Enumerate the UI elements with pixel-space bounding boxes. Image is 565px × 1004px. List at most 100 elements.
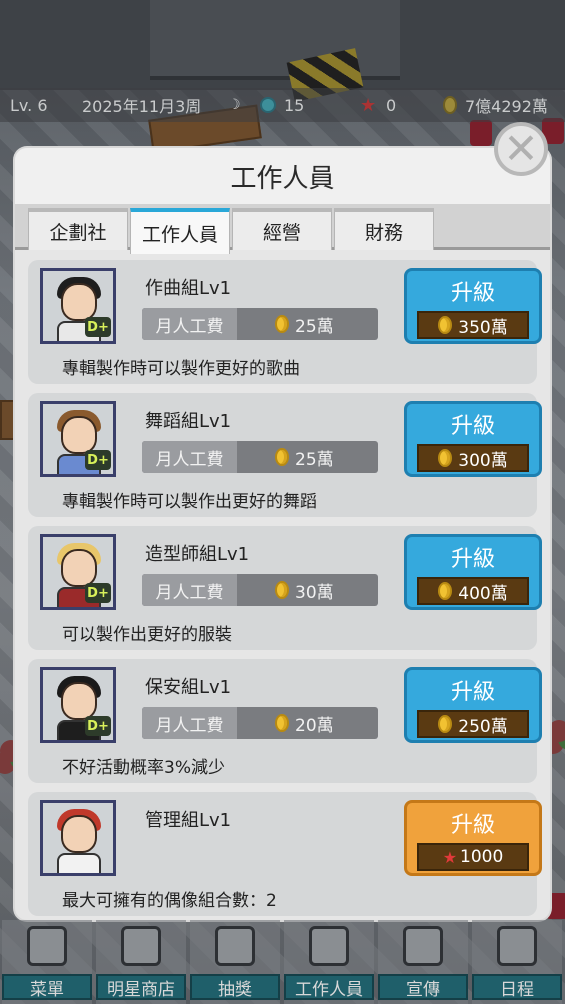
nav-menu-button[interactable]: 菜單: [2, 920, 92, 1004]
coin-icon: [438, 316, 453, 334]
staff-name: 管理組Lv1: [145, 810, 232, 831]
upgrade-label: 升級: [450, 813, 495, 838]
salary-bar: 月人工費 20萬: [142, 707, 378, 739]
upgrade-price: 250萬: [417, 710, 529, 738]
salary-bar: 月人工費 25萬: [142, 308, 378, 340]
list-item: D+ 作曲組Lv1 月人工費 25萬 專輯製作時可以製作更好的歌曲 升級 350…: [28, 260, 542, 384]
nav-label: 菜單: [2, 974, 92, 1000]
calendar-icon: [497, 926, 537, 966]
upgrade-label: 升級: [450, 281, 495, 306]
nav-star-shop-button[interactable]: 明星商店: [96, 920, 186, 1004]
list-item: D+ 保安組Lv1 月人工費 20萬 不好活動概率3%減少 升級 250萬: [28, 659, 542, 783]
star-icon: ★: [442, 847, 458, 867]
coin-icon: [275, 448, 289, 466]
status-bar: Lv. 6 2025年11月3周 ☽ 15 ★ 0 7億4292萬: [0, 88, 565, 122]
close-button[interactable]: ✕: [494, 122, 548, 176]
star-count: 0: [386, 95, 397, 115]
nav-lottery-button[interactable]: 抽獎: [190, 920, 280, 1004]
staff-dialog: 工作人員 企劃社 工作人員 經營 財務 D+ 作曲組Lv1 月人工費 25萬 專: [15, 148, 550, 920]
avatar-body: [57, 853, 101, 873]
salary-value: 30萬: [295, 582, 334, 603]
upgrade-label: 升級: [450, 680, 495, 705]
staff-description: 專輯製作時可以製作更好的歌曲: [62, 359, 300, 379]
avatar-face: [61, 416, 97, 454]
staff-description: 可以製作出更好的服裝: [62, 625, 232, 645]
player-level: Lv. 6: [10, 95, 48, 115]
upgrade-price: ★ 1000: [417, 843, 529, 871]
salary-value: 25萬: [295, 316, 334, 337]
upgrade-button[interactable]: 升級 400萬: [404, 534, 542, 610]
salary-value: 25萬: [295, 449, 334, 470]
salary-value-box: 30萬: [237, 574, 378, 606]
upgrade-button[interactable]: 升級 ★ 1000: [404, 800, 542, 876]
nav-label: 抽獎: [190, 974, 280, 1000]
list-item: D+ 舞蹈組Lv1 月人工費 25萬 專輯製作時可以製作出更好的舞蹈 升級 30…: [28, 393, 542, 517]
staff-name: 造型師組Lv1: [145, 544, 250, 565]
flower-bed: [548, 720, 565, 742]
tab-staff[interactable]: 工作人員: [130, 208, 230, 254]
background-building: [150, 0, 400, 80]
game-date: 2025年11月3周: [82, 97, 202, 116]
salary-label: 月人工費: [142, 441, 237, 473]
upgrade-price-value: 300萬: [458, 450, 508, 471]
staff-name: 舞蹈組Lv1: [145, 411, 232, 432]
salary-value-box: 25萬: [237, 308, 378, 340]
upgrade-label: 升級: [450, 547, 495, 572]
money-amount: 7億4292萬: [465, 97, 548, 116]
avatar-face: [61, 682, 97, 720]
salary-label: 月人工費: [142, 308, 237, 340]
upgrade-label: 升級: [450, 414, 495, 439]
upgrade-price-value: 250萬: [458, 716, 508, 737]
nav-schedule-button[interactable]: 日程: [472, 920, 562, 1004]
nav-label: 日程: [472, 974, 562, 1000]
coin-icon: [438, 449, 453, 467]
tab-management[interactable]: 經營: [232, 208, 332, 250]
staff-avatar: D+: [40, 401, 116, 477]
nav-staff-button[interactable]: 工作人員: [284, 920, 374, 1004]
rank-badge: D+: [85, 317, 111, 337]
salary-bar: 月人工費 25萬: [142, 441, 378, 473]
rank-badge: D+: [85, 450, 111, 470]
event-flag-icon: [470, 120, 492, 146]
staff-avatar: [40, 800, 116, 876]
list-item: 管理組Lv1 最大可擁有的偶像組合數：2 升級 ★ 1000: [28, 792, 542, 916]
staff-description: 不好活動概率3%減少: [62, 758, 225, 778]
menu-icon: [27, 926, 67, 966]
upgrade-button[interactable]: 升級 300萬: [404, 401, 542, 477]
tab-planning[interactable]: 企劃社: [28, 208, 128, 250]
avatar-face: [61, 815, 97, 853]
coin-icon: [275, 714, 289, 732]
upgrade-price-value: 1000: [460, 847, 504, 867]
salary-bar: 月人工費 30萬: [142, 574, 378, 606]
staff-avatar: D+: [40, 268, 116, 344]
rank-badge: D+: [85, 583, 111, 603]
gem-count: 15: [284, 95, 305, 115]
staff-avatar: D+: [40, 534, 116, 610]
star-icon: ★: [360, 94, 377, 116]
list-item: D+ 造型師組Lv1 月人工費 30萬 可以製作出更好的服裝 升級 400萬: [28, 526, 542, 650]
staff-icon: [309, 926, 349, 966]
nav-promotion-button[interactable]: 宣傳: [378, 920, 468, 1004]
bottom-navigation: 菜單 明星商店 抽獎 工作人員 宣傳 日程: [0, 920, 565, 1004]
dialog-tabs: 企劃社 工作人員 經營 財務: [15, 204, 550, 254]
upgrade-price: 300萬: [417, 444, 529, 472]
salary-label: 月人工費: [142, 707, 237, 739]
staff-name: 作曲組Lv1: [145, 278, 232, 299]
salary-value: 20萬: [295, 715, 334, 736]
salary-value-box: 20萬: [237, 707, 378, 739]
staff-avatar: D+: [40, 667, 116, 743]
avatar-face: [61, 283, 97, 321]
upgrade-price-value: 400萬: [458, 583, 508, 604]
tab-finance[interactable]: 財務: [334, 208, 434, 250]
coin-icon: [275, 581, 289, 599]
upgrade-button[interactable]: 升級 350萬: [404, 268, 542, 344]
staff-description: 專輯製作時可以製作出更好的舞蹈: [62, 492, 317, 512]
coin-icon: [275, 315, 289, 333]
nav-label: 宣傳: [378, 974, 468, 1000]
staff-list: D+ 作曲組Lv1 月人工費 25萬 專輯製作時可以製作更好的歌曲 升級 350…: [28, 260, 542, 920]
salary-value-box: 25萬: [237, 441, 378, 473]
upgrade-button[interactable]: 升級 250萬: [404, 667, 542, 743]
upgrade-price-value: 350萬: [458, 317, 508, 338]
salary-label: 月人工費: [142, 574, 237, 606]
coin-icon: [438, 582, 453, 600]
